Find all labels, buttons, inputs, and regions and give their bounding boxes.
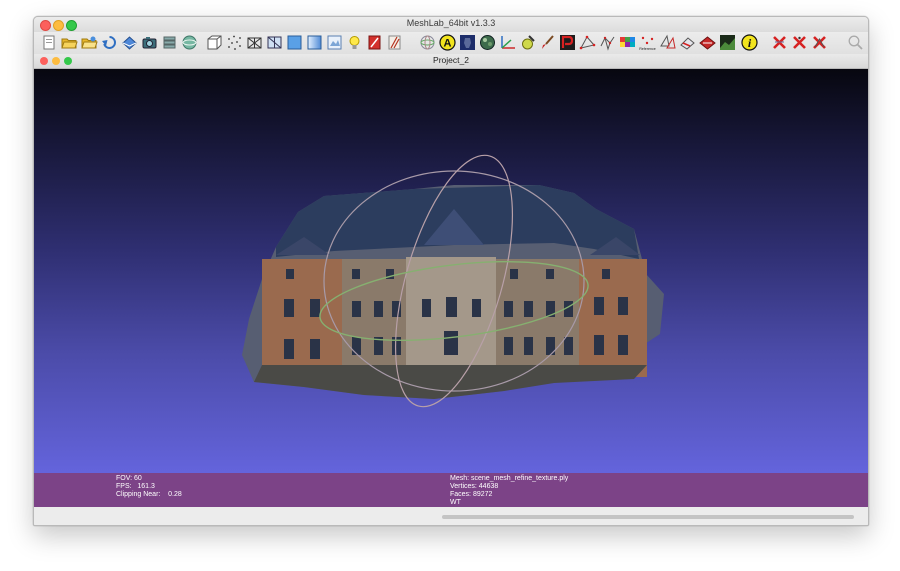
- fov-readout: FOV: 60: [116, 475, 142, 482]
- info-overlay: FOV: 60 FPS: 161.3 Clipping Near: 0.28 M…: [34, 473, 868, 507]
- annotation-a-icon[interactable]: A: [439, 34, 456, 51]
- pick-points-icon[interactable]: [559, 34, 576, 51]
- faces-count: Faces: 89272: [450, 491, 493, 498]
- project-title: Project_2: [433, 55, 469, 65]
- texture-icon[interactable]: [326, 34, 343, 51]
- reference-icon[interactable]: Reference: [639, 34, 656, 51]
- title-bar[interactable]: MeshLab_64bit v1.3.3: [34, 17, 868, 32]
- axis-icon[interactable]: [499, 34, 516, 51]
- sphere-icon[interactable]: [181, 34, 198, 51]
- annotation-letter: A: [444, 38, 452, 50]
- points-icon[interactable]: [226, 34, 243, 51]
- color-pencil-icon[interactable]: [386, 34, 403, 51]
- mesh-ground: [254, 365, 647, 399]
- layers-icon[interactable]: [161, 34, 178, 51]
- left-wing: [262, 259, 342, 377]
- subwindow-title-bar[interactable]: Project_2: [34, 54, 868, 69]
- new-project-icon[interactable]: [41, 34, 58, 51]
- status-area: [34, 507, 868, 525]
- right-wing: [579, 259, 647, 377]
- texture-ball-icon[interactable]: [479, 34, 496, 51]
- flat-shading-icon[interactable]: [286, 34, 303, 51]
- vase-icon[interactable]: [459, 34, 476, 51]
- meshlab-window: MeshLab_64bit v1.3.3 A Reference i Proje…: [33, 16, 869, 526]
- info-icon[interactable]: i: [741, 34, 758, 51]
- window-title: MeshLab_64bit v1.3.3: [406, 18, 496, 28]
- select-connected-icon[interactable]: [599, 34, 616, 51]
- clipping-readout: Clipping Near: 0.28: [116, 491, 182, 498]
- search-icon[interactable]: [847, 34, 864, 51]
- trackball-icon[interactable]: [419, 34, 436, 51]
- open-folder-icon[interactable]: [61, 34, 78, 51]
- delete-vertices-icon[interactable]: [791, 34, 808, 51]
- color-picker-icon[interactable]: [619, 34, 636, 51]
- reference-label: Reference: [639, 47, 656, 51]
- 3d-viewport[interactable]: [34, 69, 868, 473]
- delete-faces-icon[interactable]: [771, 34, 788, 51]
- fps-readout: FPS: 161.3: [116, 483, 155, 490]
- reload-icon[interactable]: [101, 34, 118, 51]
- measure-icon[interactable]: [679, 34, 696, 51]
- snapshot-icon[interactable]: [141, 34, 158, 51]
- render-mode: WT: [450, 499, 461, 506]
- light-icon[interactable]: [346, 34, 363, 51]
- vertices-count: Vertices: 44638: [450, 483, 499, 490]
- color-red-icon[interactable]: [366, 34, 383, 51]
- open-file-icon[interactable]: [81, 34, 98, 51]
- main-toolbar: A Reference i: [34, 32, 868, 55]
- export-icon[interactable]: [121, 34, 138, 51]
- wireframe-icon[interactable]: [246, 34, 263, 51]
- paint-bucket-icon[interactable]: [519, 34, 536, 51]
- bounding-box-icon[interactable]: [206, 34, 223, 51]
- select-vertices-icon[interactable]: [579, 34, 596, 51]
- hidden-lines-icon[interactable]: [266, 34, 283, 51]
- delete-selection-icon[interactable]: [811, 34, 828, 51]
- mesh-scene: [242, 154, 664, 408]
- brush-icon[interactable]: [539, 34, 556, 51]
- cut-icon[interactable]: [699, 34, 716, 51]
- smooth-shading-icon[interactable]: [306, 34, 323, 51]
- raster-icon[interactable]: [719, 34, 736, 51]
- mesh-name: Mesh: scene_mesh_refine_texture.ply: [450, 475, 569, 482]
- horizontal-scrollbar[interactable]: [442, 515, 854, 519]
- align-icon[interactable]: [659, 34, 676, 51]
